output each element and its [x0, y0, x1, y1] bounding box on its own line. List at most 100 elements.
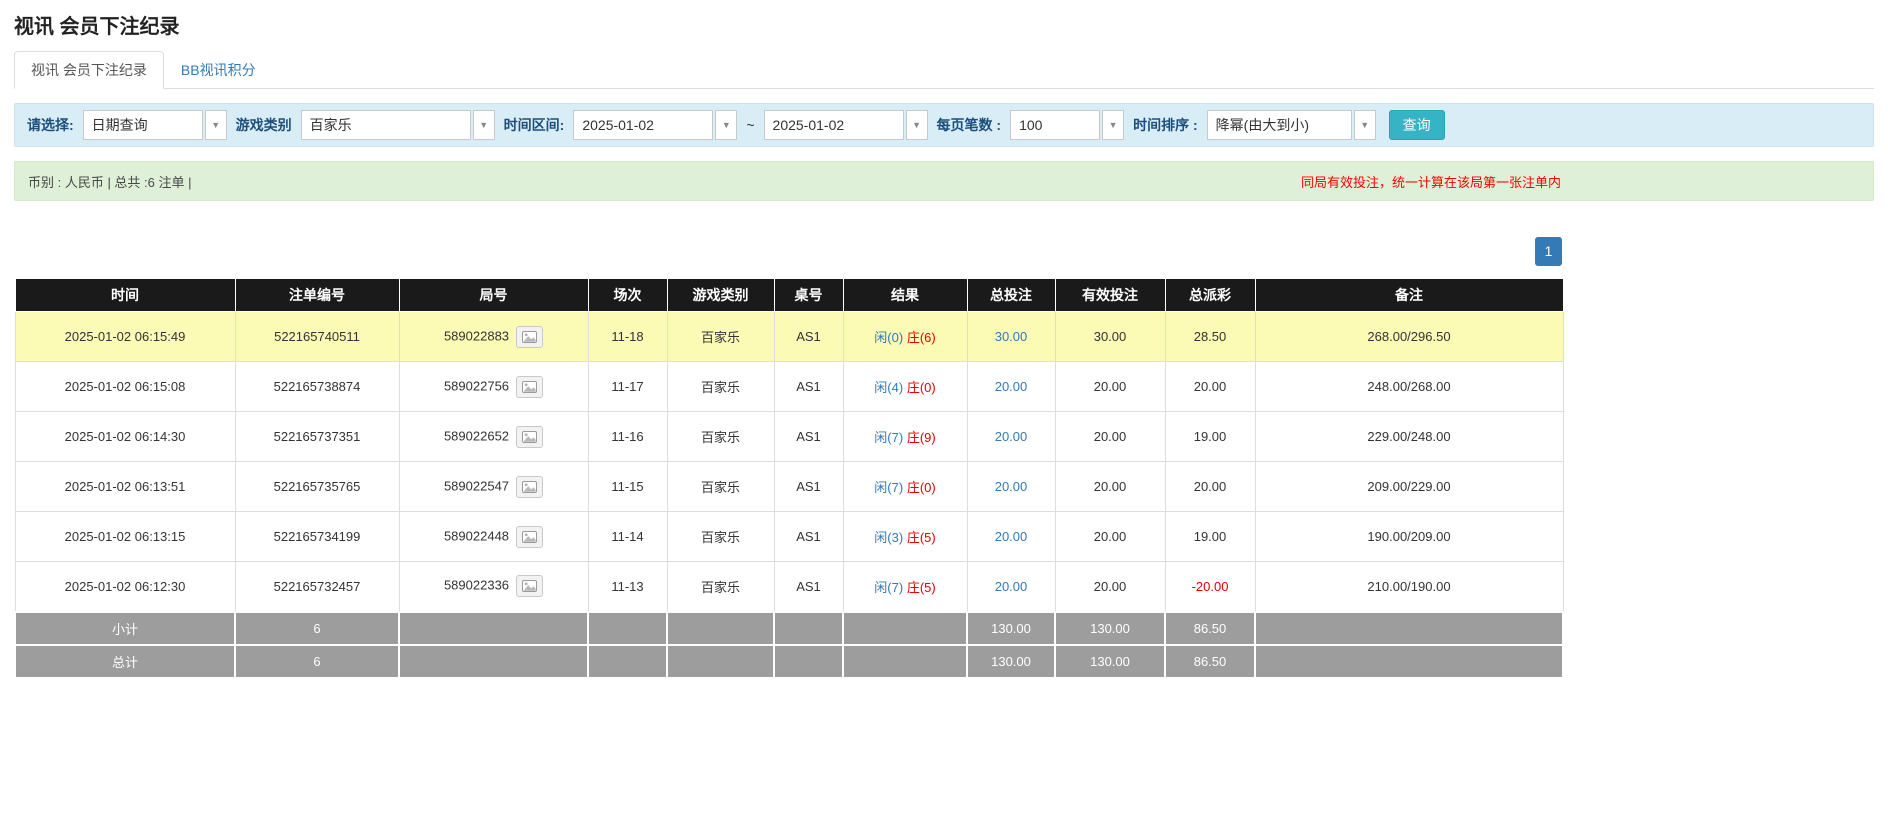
cell-result: 闲(3) 庄(5)	[843, 512, 967, 562]
cell-time: 2025-01-02 06:15:08	[15, 362, 235, 412]
sort-select[interactable]: 降幂(由大到小) ▼	[1207, 110, 1376, 140]
cell-game-type: 百家乐	[667, 462, 774, 512]
page-button-1[interactable]: 1	[1535, 237, 1562, 266]
chevron-down-icon[interactable]: ▼	[205, 110, 227, 140]
total-count: 6	[235, 645, 399, 678]
chevron-down-icon[interactable]: ▼	[1102, 110, 1124, 140]
cell-valid-bet: 20.00	[1055, 562, 1165, 612]
column-header: 注单编号	[235, 279, 399, 312]
chevron-down-icon[interactable]: ▼	[715, 110, 737, 140]
result-banker: 庄(9)	[907, 430, 936, 445]
records-table: 时间注单编号局号场次游戏类别桌号结果总投注有效投注总派彩备注 2025-01-0…	[14, 278, 1564, 679]
cell-payout: -20.00	[1165, 562, 1255, 612]
cell-bet-id: 522165737351	[235, 412, 399, 462]
cell-result: 闲(4) 庄(0)	[843, 362, 967, 412]
query-type-select[interactable]: 日期查询 ▼	[83, 110, 227, 140]
cell-total-bet[interactable]: 20.00	[967, 412, 1055, 462]
result-player: 闲(7)	[874, 580, 903, 595]
table-row: 2025-01-02 06:12:30 522165732457 5890223…	[15, 562, 1563, 612]
query-type-label: 请选择:	[27, 115, 74, 135]
page-title: 视讯 会员下注纪录	[14, 10, 1874, 39]
game-type-select[interactable]: 百家乐 ▼	[301, 110, 495, 140]
cell-valid-bet: 20.00	[1055, 512, 1165, 562]
cell-total-bet[interactable]: 20.00	[967, 512, 1055, 562]
empty-cell	[667, 612, 774, 645]
video-replay-icon[interactable]	[516, 476, 543, 498]
empty-cell	[1255, 612, 1563, 645]
cell-session: 11-15	[588, 462, 667, 512]
cell-round-id: 589022883	[399, 312, 588, 362]
cell-result: 闲(0) 庄(6)	[843, 312, 967, 362]
empty-cell	[399, 612, 588, 645]
currency-summary: 币别 : 人民币 | 总共 :6 注单 |	[28, 172, 192, 191]
date-to-value: 2025-01-02	[764, 110, 904, 140]
cell-bet-id: 522165738874	[235, 362, 399, 412]
date-to-select[interactable]: 2025-01-02 ▼	[764, 110, 928, 140]
cell-valid-bet: 20.00	[1055, 362, 1165, 412]
cell-table-no: AS1	[774, 562, 843, 612]
cell-table-no: AS1	[774, 462, 843, 512]
cell-payout: 20.00	[1165, 462, 1255, 512]
cell-total-bet[interactable]: 20.00	[967, 562, 1055, 612]
video-replay-icon[interactable]	[516, 575, 543, 597]
cell-session: 11-16	[588, 412, 667, 462]
table-footer: 小计 6 130.00 130.00 86.50 总计 6 1	[15, 612, 1563, 678]
round-id-value: 589022883	[444, 328, 509, 343]
cell-total-bet[interactable]: 20.00	[967, 362, 1055, 412]
cell-note: 190.00/209.00	[1255, 512, 1563, 562]
table-row: 2025-01-02 06:14:30 522165737351 5890226…	[15, 412, 1563, 462]
date-from-select[interactable]: 2025-01-02 ▼	[573, 110, 737, 140]
page-size-select[interactable]: 100 ▼	[1010, 110, 1124, 140]
video-replay-icon[interactable]	[516, 426, 543, 448]
subtotal-count: 6	[235, 612, 399, 645]
tab-betting-records[interactable]: 视讯 会员下注纪录	[14, 51, 164, 89]
cell-round-id: 589022547	[399, 462, 588, 512]
search-button[interactable]: 查询	[1389, 110, 1445, 140]
column-header: 局号	[399, 279, 588, 312]
cell-total-bet[interactable]: 30.00	[967, 312, 1055, 362]
table-row: 2025-01-02 06:13:15 522165734199 5890224…	[15, 512, 1563, 562]
notice-text: 同局有效投注，统一计算在该局第一张注单内	[1301, 172, 1561, 191]
subtotal-valid-bet: 130.00	[1055, 612, 1165, 645]
empty-cell	[667, 645, 774, 678]
cell-round-id: 589022756	[399, 362, 588, 412]
date-from-value: 2025-01-02	[573, 110, 713, 140]
cell-payout: 20.00	[1165, 362, 1255, 412]
chevron-down-icon[interactable]: ▼	[906, 110, 928, 140]
column-header: 备注	[1255, 279, 1563, 312]
cell-note: 209.00/229.00	[1255, 462, 1563, 512]
page-size-label: 每页笔数 :	[937, 115, 1002, 135]
cell-table-no: AS1	[774, 512, 843, 562]
cell-total-bet[interactable]: 20.00	[967, 462, 1055, 512]
video-replay-icon[interactable]	[516, 526, 543, 548]
cell-payout: 19.00	[1165, 412, 1255, 462]
cell-game-type: 百家乐	[667, 412, 774, 462]
empty-cell	[1255, 645, 1563, 678]
column-header: 总投注	[967, 279, 1055, 312]
cell-valid-bet: 20.00	[1055, 462, 1165, 512]
round-id-value: 589022336	[444, 578, 509, 593]
chevron-down-icon[interactable]: ▼	[1354, 110, 1376, 140]
result-player: 闲(4)	[874, 380, 903, 395]
sort-value: 降幂(由大到小)	[1207, 110, 1352, 140]
column-header: 场次	[588, 279, 667, 312]
video-replay-icon[interactable]	[516, 376, 543, 398]
cell-time: 2025-01-02 06:13:15	[15, 512, 235, 562]
tab-bb-video-points[interactable]: BB视讯积分	[164, 51, 273, 89]
cell-round-id: 589022652	[399, 412, 588, 462]
cell-game-type: 百家乐	[667, 512, 774, 562]
cell-game-type: 百家乐	[667, 562, 774, 612]
empty-cell	[843, 612, 967, 645]
cell-session: 11-17	[588, 362, 667, 412]
empty-cell	[843, 645, 967, 678]
cell-time: 2025-01-02 06:14:30	[15, 412, 235, 462]
cell-game-type: 百家乐	[667, 362, 774, 412]
video-replay-icon[interactable]	[516, 326, 543, 348]
empty-cell	[774, 645, 843, 678]
cell-table-no: AS1	[774, 412, 843, 462]
table-row: 2025-01-02 06:15:49 522165740511 5890228…	[15, 312, 1563, 362]
total-payout: 86.50	[1165, 645, 1255, 678]
chevron-down-icon[interactable]: ▼	[473, 110, 495, 140]
column-header: 桌号	[774, 279, 843, 312]
cell-bet-id: 522165734199	[235, 512, 399, 562]
